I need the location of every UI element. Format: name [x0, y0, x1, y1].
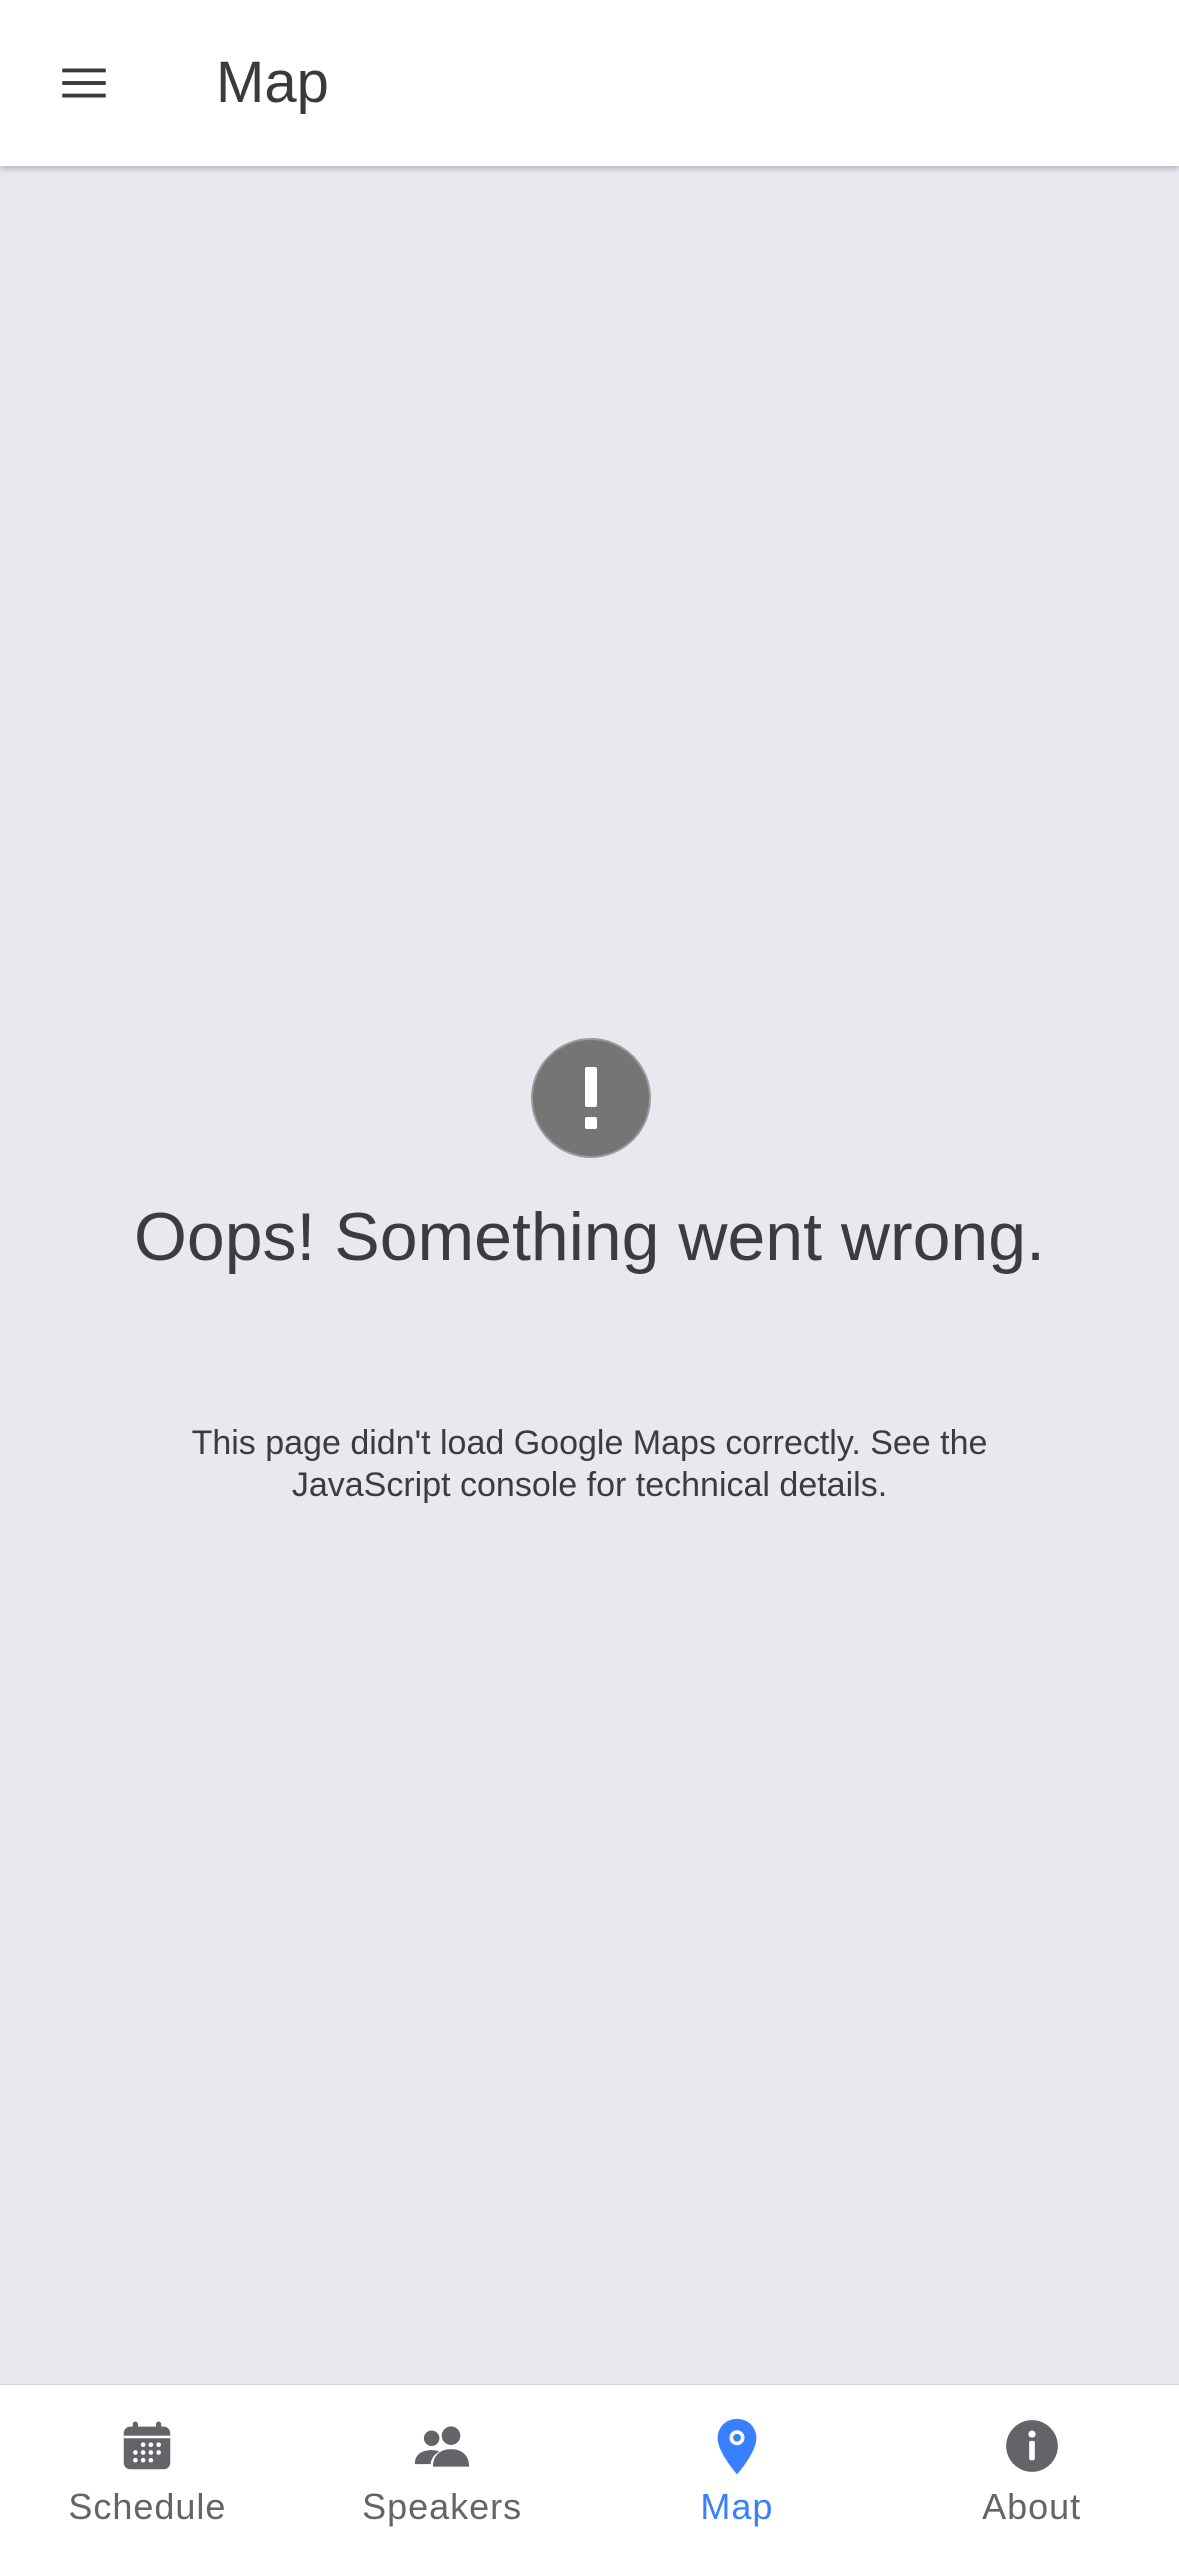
tab-label: About — [982, 2486, 1082, 2527]
tab-bar: Schedule Speakers Map About — [0, 2384, 1179, 2553]
app-root: Map Oops! Something went wrong. This pag… — [0, 0, 1179, 2553]
tab-speakers[interactable]: Speakers — [295, 2385, 590, 2553]
error-message: This page didn't load Google Maps correc… — [191, 1424, 988, 1504]
people-icon — [415, 2426, 470, 2467]
tab-map[interactable]: Map — [590, 2385, 885, 2553]
location-pin-icon — [717, 2418, 757, 2475]
tab-about[interactable]: About — [884, 2385, 1179, 2553]
menu-button[interactable] — [30, 33, 138, 133]
page-title: Map — [216, 50, 329, 115]
map-container[interactable]: Oops! Something went wrong. This page di… — [0, 166, 1179, 2384]
calendar-icon — [124, 2421, 171, 2470]
error-title: Oops! Something went wrong. — [134, 1199, 1045, 1275]
exclamation-circle-icon — [531, 1038, 651, 1158]
toolbar: Map — [0, 0, 1179, 166]
tab-label: Speakers — [362, 2486, 523, 2527]
tab-schedule[interactable]: Schedule — [0, 2385, 295, 2553]
info-circle-icon — [1005, 2420, 1058, 2472]
tab-label: Schedule — [68, 2486, 227, 2527]
tab-label: Map — [700, 2486, 774, 2527]
hamburger-menu-icon — [62, 68, 106, 98]
